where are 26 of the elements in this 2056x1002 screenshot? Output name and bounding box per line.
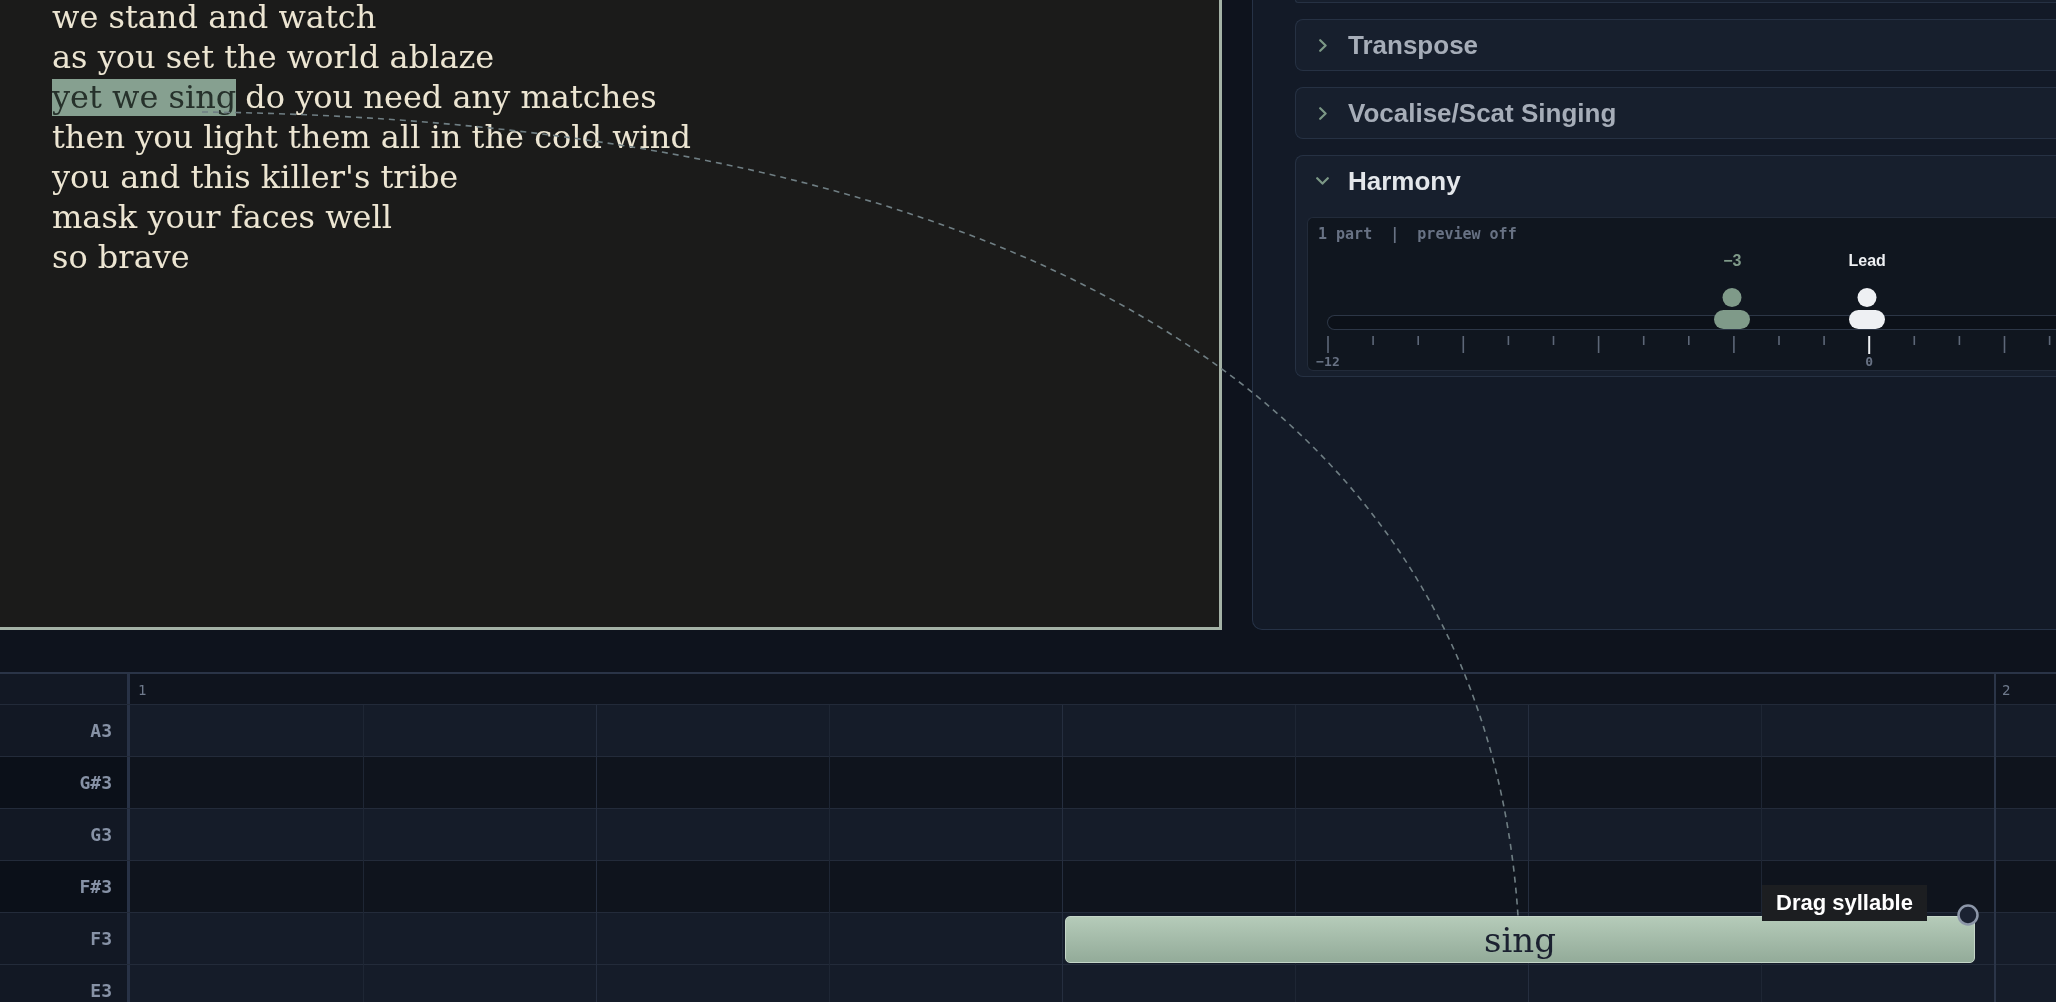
scale-label: −12	[1316, 354, 1340, 370]
piano-key: F#3	[0, 861, 127, 912]
scale-label: 0	[1865, 354, 1874, 370]
lyric-line: we stand and watch	[52, 0, 377, 34]
voice-label: Lead	[1848, 251, 1886, 271]
voice-label: −3	[1723, 251, 1742, 271]
person-icon[interactable]	[1849, 288, 1886, 329]
section-header[interactable]: Vocalise/Scat Singing	[1296, 88, 2056, 138]
highlighted-lyric: yet we sing	[52, 78, 237, 116]
section-header[interactable]: Harmony	[1296, 156, 2056, 206]
drag-handle-icon[interactable]	[1957, 904, 1979, 926]
person-icon[interactable]	[1714, 288, 1751, 329]
bar-number: 2	[2002, 681, 2011, 700]
tooltip: Drag syllable	[1762, 885, 1927, 921]
lyric-line: so brave	[52, 240, 190, 274]
lyric-line: mask your faces well	[52, 200, 392, 234]
lyric-line: you and this killer's tribe	[52, 160, 459, 194]
harmony-summary: 1 part | preview off	[1318, 224, 1518, 245]
lyric-text: do you need any matches	[245, 80, 657, 114]
piano-key: G#3	[0, 757, 127, 808]
harmony-slider[interactable]	[1327, 288, 2056, 330]
lyric-note[interactable]: sing	[1065, 916, 1975, 963]
lyric-line: as you set the world ablaze	[52, 40, 495, 74]
bar-number: 1	[138, 681, 147, 700]
lyric-line: then you light them all in the cold wind	[52, 120, 691, 154]
section-header[interactable]: Transpose	[1296, 20, 2056, 70]
